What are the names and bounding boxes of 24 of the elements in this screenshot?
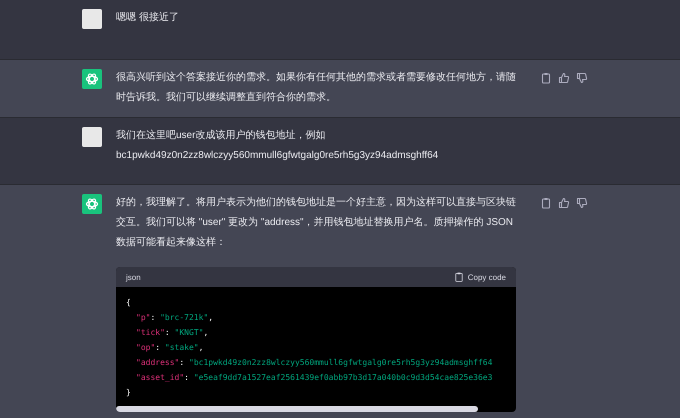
user-avatar-photo-placeholder: [82, 9, 102, 29]
code-line: "p": "brc-721k",: [135, 312, 214, 324]
assistant-avatar-icon: [82, 69, 102, 89]
message-text: 我们在这里吧user改成该用户的钱包地址，例如 bc1pwkd49z0n2zz8wlczyy560mmull6gfwtgalg0re5rh5g3yz94admsghff64: [116, 128, 440, 163]
message-text: 好的，我理解了。将用户表示为他们的钱包地址是一个好主意，因为这样可以直接与区块链交互。我们可以将 "user" 更改为 "address"，并用钱包地址替换用户名。质押操作的 JSON 数据可能看起来像这样：: [116, 196, 517, 250]
assistant-avatar-icon: [82, 194, 102, 214]
code-line: "op": "stake",: [135, 342, 204, 354]
copy-icon[interactable]: [540, 197, 552, 209]
thumbs-up-icon[interactable]: [558, 197, 570, 209]
thumbs-down-icon[interactable]: [576, 197, 588, 209]
user-avatar-photo-placeholder: [82, 127, 102, 147]
copy-code-button[interactable]: Copy code: [454, 272, 506, 282]
copy-icon[interactable]: [540, 72, 552, 84]
code-language: json: [126, 272, 141, 282]
message-text: 很高兴听到这个答案接近你的需求。如果你有任何其他的需求或者需要修改任何地方，请随时告诉我。我们可以继续调整直到符合你的需求。: [116, 70, 517, 105]
message-text: 嗯嗯 很接近了: [116, 10, 180, 25]
thumbs-up-icon[interactable]: [558, 72, 570, 84]
code-line: }: [126, 387, 132, 399]
code-line: {: [126, 297, 132, 309]
code-line: "address": "bc1pwkd49z0n2zz8wlczyy560mmull6gfwtgalg0re5rh5g3yz94admsghff64: [135, 357, 494, 369]
thumbs-down-icon[interactable]: [576, 72, 588, 84]
code-line: "tick": "KNGT",: [135, 327, 210, 339]
code-line: "asset_id": "e5eaf9dd7a1527eaf2561439ef0abb97b3d17a040b0c9d3d54cae825e36e3: [135, 372, 494, 384]
clipboard-icon: [454, 272, 463, 282]
